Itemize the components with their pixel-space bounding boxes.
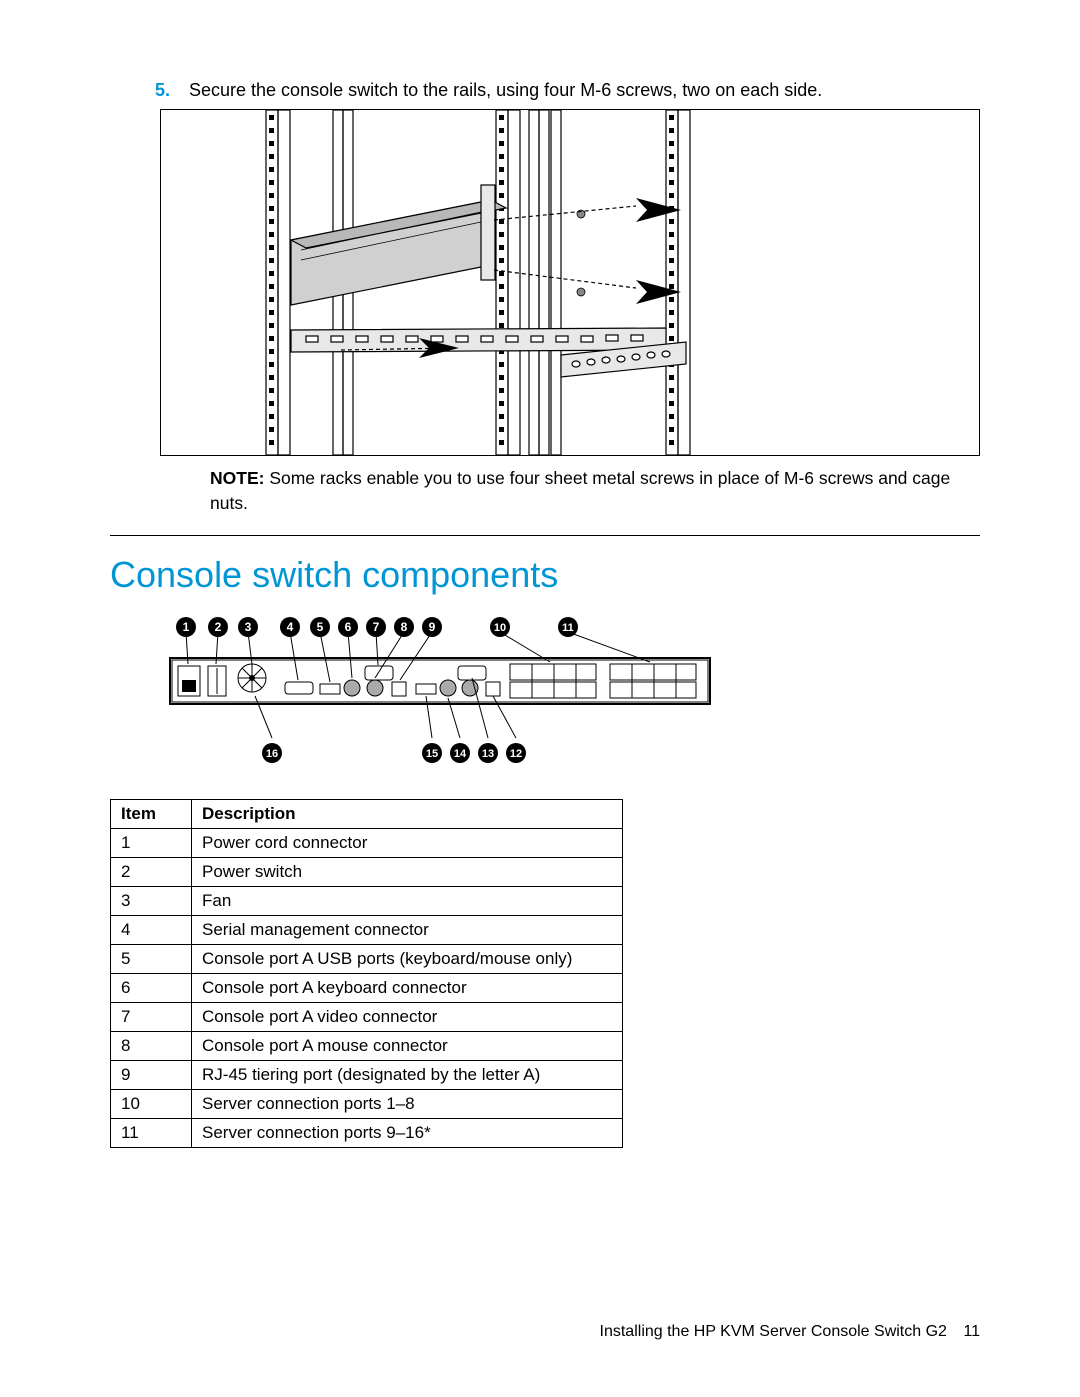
svg-text:1: 1 (183, 620, 190, 634)
note-text: Some racks enable you to use four sheet … (210, 468, 950, 513)
svg-text:5: 5 (317, 620, 324, 634)
table-row: 3Fan (111, 886, 623, 915)
table-row: 9RJ-45 tiering port (designated by the l… (111, 1060, 623, 1089)
footer-page-number: 11 (963, 1323, 980, 1340)
svg-text:11: 11 (562, 622, 574, 634)
svg-text:15: 15 (426, 748, 438, 760)
svg-text:16: 16 (266, 748, 278, 760)
svg-text:9: 9 (429, 620, 436, 634)
svg-text:7: 7 (373, 620, 380, 634)
table-header-row: Item Description (111, 799, 623, 828)
step-5: 5. Secure the console switch to the rail… (155, 80, 980, 101)
table-row: 4Serial management connector (111, 915, 623, 944)
svg-text:14: 14 (454, 748, 467, 760)
svg-text:6: 6 (345, 620, 352, 634)
svg-text:13: 13 (482, 748, 494, 760)
col-description: Description (192, 799, 623, 828)
svg-text:4: 4 (287, 620, 294, 634)
svg-text:10: 10 (494, 622, 506, 634)
figure-switch-rear: 1 2 3 4 5 6 7 8 9 10 11 16 15 14 (160, 610, 980, 775)
section-divider (110, 535, 980, 536)
step-number: 5. (155, 80, 189, 101)
page-footer: Installing the HP KVM Server Console Swi… (600, 1323, 980, 1341)
table-row: 11Server connection ports 9–16* (111, 1118, 623, 1147)
svg-text:3: 3 (245, 620, 252, 634)
step-text: Secure the console switch to the rails, … (189, 80, 822, 101)
table-row: 8Console port A mouse connector (111, 1031, 623, 1060)
footer-title: Installing the HP KVM Server Console Swi… (600, 1323, 947, 1340)
col-item: Item (111, 799, 192, 828)
figure-rack-install (160, 109, 980, 456)
table-row: 7Console port A video connector (111, 1002, 623, 1031)
svg-text:2: 2 (215, 620, 222, 634)
components-table: Item Description 1Power cord connector 2… (110, 799, 980, 1148)
table-row: 2Power switch (111, 857, 623, 886)
section-heading: Console switch components (110, 554, 980, 596)
note-label: NOTE: (210, 468, 264, 488)
svg-text:8: 8 (401, 620, 408, 634)
table-row: 1Power cord connector (111, 828, 623, 857)
note-block: NOTE: Some racks enable you to use four … (210, 466, 980, 517)
table-row: 6Console port A keyboard connector (111, 973, 623, 1002)
table-row: 10Server connection ports 1–8 (111, 1089, 623, 1118)
table-row: 5Console port A USB ports (keyboard/mous… (111, 944, 623, 973)
svg-text:12: 12 (510, 748, 522, 760)
